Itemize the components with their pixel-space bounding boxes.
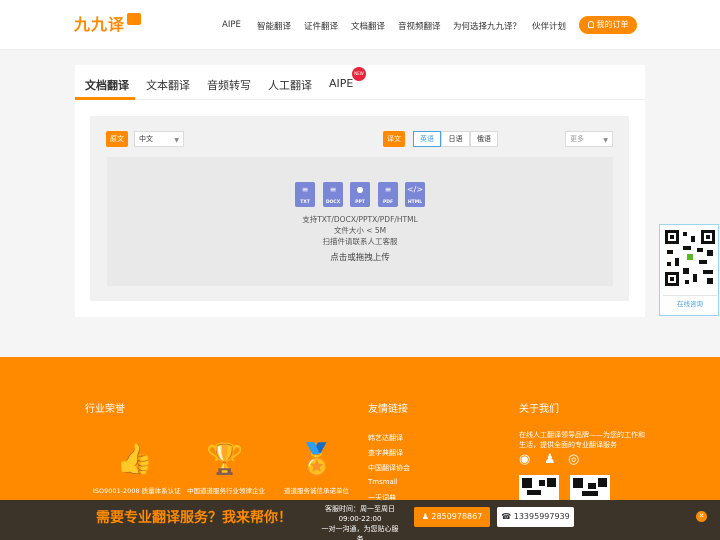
active-tab-indicator [75,97,135,100]
phone-contact-button[interactable]: ☎ 13395997939 [497,507,574,527]
chevron-down-icon: ▼ [174,137,179,144]
links-title: 友情链接 [368,404,408,415]
chevron-down-icon: ▼ [603,137,608,144]
new-badge: NEW [352,67,366,81]
friend-link-2[interactable]: 查字典翻译 [368,448,403,458]
nav-av-translation[interactable]: 音视频翻译 [398,20,441,32]
close-icon[interactable]: ✕ [696,511,707,522]
about-title: 关于我们 [519,404,559,415]
bottom-contact-bar: 需要专业翻译服务？我来帮你！ 客服时间：周一至周日 09:00-22:00 一对… [0,500,720,540]
tab-aipe[interactable]: AIPE [329,77,353,90]
friend-link-1[interactable]: 韩艺达翻译 [368,433,403,443]
click-upload-text[interactable]: 点击或拖拽上传 [107,251,613,263]
source-language-select[interactable]: 中文 ▼ [134,131,184,147]
phone-number: 13395997939 [513,512,570,521]
txt-file-icon: ≡ TXT [295,182,315,207]
supported-formats-text: 支持TXT/DOCX/PPTX/PDF/HTML [302,215,418,224]
contact-slogan: 需要专业翻译服务？我来帮你！ [96,510,292,526]
pdf-file-icon: ≡ PDF [378,182,398,207]
nav-certificate-translation[interactable]: 证件翻译 [304,20,338,32]
qq-contact-button[interactable]: ♟ 2850978867 [414,507,490,527]
html-file-icon: </> HTML [405,182,425,207]
nav-partner[interactable]: 伙伴计划 [532,20,566,32]
tab-human[interactable]: 人工翻译 [268,77,312,93]
qr-code-icon [663,228,717,288]
wechat-icon[interactable]: ◎ [568,452,579,467]
scan-contact-text: 扫描件请联系人工客服 [322,237,398,246]
file-type-icons: ≡ TXT ≡ DOCX ● PPT ≡ PDF </> HTML [295,182,425,208]
friend-link-4[interactable]: Tmsmall [368,478,398,486]
nav-document-translation[interactable]: 文档翻译 [351,20,385,32]
tab-bar: 文档翻译 文本翻译 音频转写 人工翻译 AIPE NEW [75,65,645,100]
thumbs-up-icon: 👍 [116,442,154,477]
qq-number: 2850978867 [431,512,483,521]
tab-audio[interactable]: 音频转写 [207,77,251,93]
ppt-file-icon: ● PPT [350,182,370,207]
award-iso: ISO9001-2008 质量体系认证 [93,487,181,495]
friend-link-3[interactable]: 中国翻译协会 [368,463,410,473]
nav-smart-translation[interactable]: 智能翻译 [257,20,291,32]
service-hours-line2: 09:00-22:00 [338,515,382,523]
about-text: 在线人工翻译领导品牌——为您的工作和生活，提供全面的专业翻译服务 [519,431,645,449]
trophy-icon: 🏆 [206,442,244,477]
bag-icon [587,21,594,28]
qq-icon[interactable]: ♟ [544,452,556,467]
target-lang-japanese[interactable]: 日语 [441,131,470,147]
docx-file-icon: ≡ DOCX [323,182,343,207]
more-languages-label: 更多 [570,135,584,143]
source-badge: 原文 [106,131,128,147]
online-consult-link[interactable]: 在线咨询 [663,295,717,311]
award-integrity: 道道服务诚信承诺单位 [284,487,349,495]
qq-icon: ♟ [421,512,432,521]
top-header: 九九译 AIPE 智能翻译 证件翻译 文档翻译 音视频翻译 为何选择九九译？ 伙… [0,0,720,50]
logo-text: 九九译 [74,15,126,34]
qr-code-icon [570,475,610,500]
medal-icon: 🏅 [298,442,336,477]
service-hours-line3: 一对一沟通，为您贴心服务 [321,525,399,540]
tab-document[interactable]: 文档翻译 [85,77,129,93]
target-lang-english[interactable]: 英语 [413,131,441,147]
target-badge: 译文 [383,131,405,147]
tab-text[interactable]: 文本翻译 [146,77,190,93]
source-language-value: 中文 [139,135,153,143]
service-hours: 客服时间：周一至周日 09:00-22:00 一对一沟通，为您贴心服务 [320,504,400,540]
logo[interactable]: 九九译 [74,11,142,36]
nav-aipe[interactable]: AIPE [222,20,241,30]
my-orders-label: 我的订单 [596,20,629,29]
award-industry: 中国道道服务行业领律企业 [187,487,265,495]
my-orders-button[interactable]: 我的订单 [579,16,637,34]
file-size-text: 文件大小 < 5M [333,226,387,235]
nav-why-choose[interactable]: 为何选择九九译？ [453,20,521,32]
upload-dropzone[interactable]: ≡ TXT ≡ DOCX ● PPT ≡ PDF </> HTML 支持TXT/DOCX/… [107,157,613,286]
phone-icon: ☎ [501,512,514,521]
weibo-icon[interactable]: ◉ [519,452,530,467]
logo-bubble-icon [127,13,142,25]
side-qr-widget: 在线咨询 [659,224,719,316]
honors-title: 行业荣誉 [85,404,125,415]
more-languages-select[interactable]: 更多 ▼ [565,131,613,147]
qr-code-icon [519,475,559,500]
service-hours-line1: 客服时间：周一至周日 [325,505,395,513]
target-lang-russian[interactable]: 俄语 [470,131,498,147]
